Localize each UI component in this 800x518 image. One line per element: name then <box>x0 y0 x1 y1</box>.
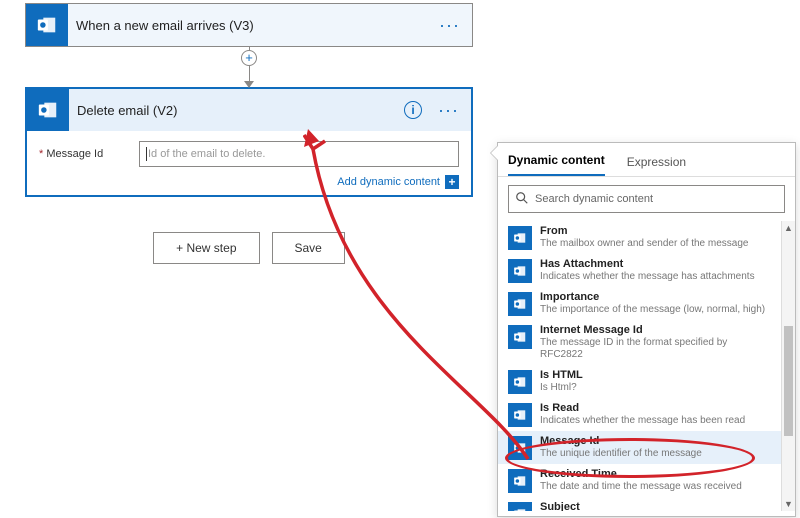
dynamic-content-panel: Dynamic content Expression Search dynami… <box>497 142 796 517</box>
new-step-button[interactable]: + New step <box>153 232 259 264</box>
item-desc: The message ID in the format specified b… <box>540 337 771 361</box>
outlook-icon <box>508 292 532 316</box>
arrow-down-icon <box>244 81 254 88</box>
connector: + <box>25 47 473 87</box>
item-name: Received Time <box>540 467 771 481</box>
flow-column: When a new email arrives (V3) ··· + Dele… <box>25 3 473 264</box>
action-card[interactable]: Delete email (V2) i ··· * Message Id Id … <box>25 87 473 197</box>
dc-item-internet-message-id[interactable]: Internet Message IdThe message ID in the… <box>498 320 781 365</box>
dc-item-importance[interactable]: ImportanceThe importance of the message … <box>498 287 781 320</box>
scroll-up-icon[interactable]: ▲ <box>782 221 795 235</box>
item-desc: The mailbox owner and sender of the mess… <box>540 238 771 250</box>
outlook-icon <box>508 325 532 349</box>
item-name: Has Attachment <box>540 257 771 271</box>
outlook-icon <box>508 436 532 460</box>
outlook-icon <box>508 259 532 283</box>
item-desc: Is Html? <box>540 382 771 394</box>
tab-expression[interactable]: Expression <box>627 155 686 176</box>
outlook-icon <box>508 226 532 250</box>
bottom-buttons: + New step Save <box>25 232 473 264</box>
item-name: Is HTML <box>540 368 771 382</box>
dc-list: FromThe mailbox owner and sender of the … <box>498 221 795 511</box>
search-icon <box>515 191 529 208</box>
outlook-icon <box>26 4 68 46</box>
dc-item-has-attachment[interactable]: Has AttachmentIndicates whether the mess… <box>498 254 781 287</box>
param-row: * Message Id Id of the email to delete. <box>39 141 459 167</box>
save-button[interactable]: Save <box>272 232 345 264</box>
action-header: Delete email (V2) i ··· <box>27 89 471 131</box>
trigger-title: When a new email arrives (V3) <box>76 18 425 33</box>
item-name: Internet Message Id <box>540 323 771 337</box>
dc-item-is-read[interactable]: Is ReadIndicates whether the message has… <box>498 398 781 431</box>
outlook-icon <box>27 89 69 131</box>
trigger-more-icon[interactable]: ··· <box>433 15 466 36</box>
add-dynamic-content-link[interactable]: Add dynamic content + <box>337 175 459 189</box>
dc-item-is-html[interactable]: Is HTMLIs Html? <box>498 365 781 398</box>
message-id-input[interactable]: Id of the email to delete. <box>139 141 459 167</box>
item-desc: The date and time the message was receiv… <box>540 481 771 493</box>
item-name: Subject <box>540 500 771 511</box>
outlook-icon <box>508 403 532 427</box>
plus-icon: + <box>445 175 459 189</box>
action-more-icon[interactable]: ··· <box>432 100 465 121</box>
dc-search-input[interactable]: Search dynamic content <box>508 185 785 213</box>
item-desc: The importance of the message (low, norm… <box>540 304 771 316</box>
outlook-icon <box>508 370 532 394</box>
dc-item-received-time[interactable]: Received TimeThe date and time the messa… <box>498 464 781 497</box>
action-title: Delete email (V2) <box>77 103 396 118</box>
insert-step-icon[interactable]: + <box>241 50 257 66</box>
item-desc: The unique identifier of the message <box>540 448 771 460</box>
item-desc: Indicates whether the message has attach… <box>540 271 771 283</box>
callout-arrow-icon <box>490 145 498 161</box>
dc-item-subject[interactable]: Subject <box>498 497 781 511</box>
item-name: Message Id <box>540 434 771 448</box>
scrollbar[interactable]: ▲ ▼ <box>781 221 795 511</box>
dc-tabs: Dynamic content Expression <box>498 143 795 177</box>
dc-item-message-id[interactable]: Message IdThe unique identifier of the m… <box>498 431 781 464</box>
scroll-down-icon[interactable]: ▼ <box>782 497 795 511</box>
item-name: From <box>540 224 771 238</box>
action-body: * Message Id Id of the email to delete. … <box>27 131 471 195</box>
item-name: Importance <box>540 290 771 304</box>
item-desc: Indicates whether the message has been r… <box>540 415 771 427</box>
scroll-thumb[interactable] <box>784 326 793 436</box>
dc-item-from[interactable]: FromThe mailbox owner and sender of the … <box>498 221 781 254</box>
outlook-icon <box>508 469 532 493</box>
outlook-icon <box>508 502 532 511</box>
tab-dynamic-content[interactable]: Dynamic content <box>508 153 605 176</box>
info-icon[interactable]: i <box>404 101 422 119</box>
item-name: Is Read <box>540 401 771 415</box>
param-label: * Message Id <box>39 148 129 160</box>
trigger-header: When a new email arrives (V3) ··· <box>26 4 472 46</box>
trigger-card[interactable]: When a new email arrives (V3) ··· <box>25 3 473 47</box>
